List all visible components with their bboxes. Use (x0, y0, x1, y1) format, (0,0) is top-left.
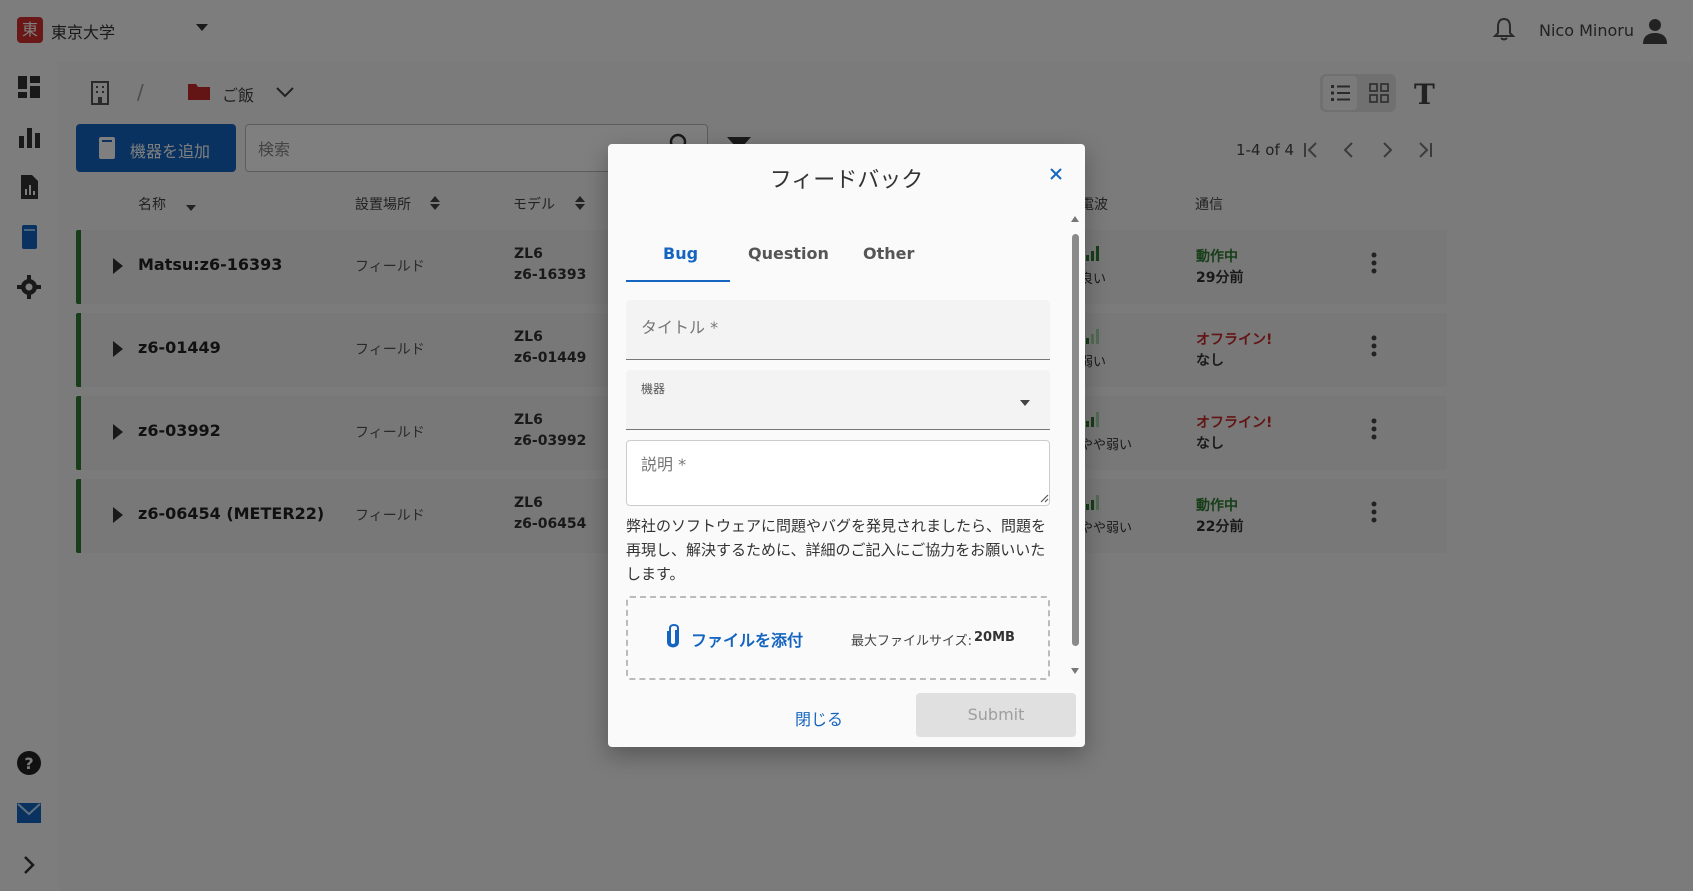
submit-button[interactable]: Submit (916, 693, 1076, 737)
description-field[interactable] (626, 440, 1050, 506)
active-tab-indicator (626, 280, 730, 282)
description-input[interactable] (641, 451, 1036, 495)
title-input[interactable] (641, 318, 1031, 337)
file-dropzone[interactable]: ファイルを添付 最大ファイルサイズ: 20MB (626, 596, 1050, 680)
max-file-size-value: 20MB (974, 630, 1015, 645)
tab-question[interactable]: Question (748, 244, 829, 263)
feedback-dialog: フィードバック Bug Question Other 機器 弊社のソフトウェアに… (608, 144, 1085, 747)
title-field[interactable] (626, 300, 1050, 360)
device-select[interactable]: 機器 (626, 370, 1050, 430)
chevron-down-icon[interactable] (1020, 400, 1030, 406)
scrollbar-thumb[interactable] (1072, 234, 1079, 646)
close-icon[interactable] (1048, 166, 1064, 182)
dialog-title: フィードバック (769, 168, 924, 193)
attach-file-button[interactable]: ファイルを添付 (691, 627, 803, 651)
device-select-label: 機器 (641, 382, 666, 396)
paperclip-icon (667, 624, 679, 648)
tab-other[interactable]: Other (863, 244, 914, 263)
close-button[interactable]: 閉じる (795, 706, 843, 730)
tab-bug[interactable]: Bug (663, 244, 698, 263)
resize-handle-icon[interactable] (1039, 493, 1049, 503)
help-text: 弊社のソフトウェアに問題やバグを発見されましたら、問題を再現し、解決するために、… (626, 517, 1047, 583)
max-file-size-label: 最大ファイルサイズ: (851, 634, 972, 649)
